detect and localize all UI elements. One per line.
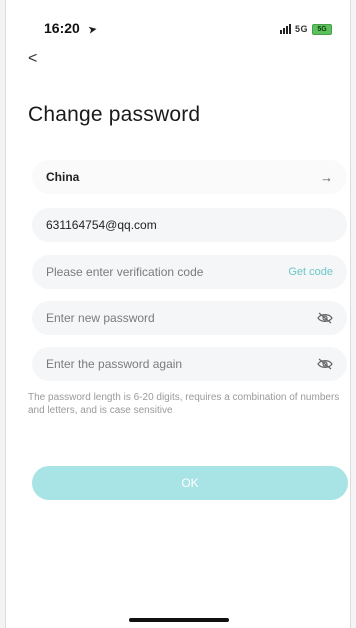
confirm-password-input[interactable]: Enter the password again [32, 347, 347, 381]
email-field[interactable]: 631164754@qq.com [32, 208, 347, 242]
network-type: 5G [294, 24, 308, 34]
status-time: 16:20 [44, 20, 80, 36]
signal-icon [279, 24, 291, 34]
phone-screen: 16:20 ➤ 5G 5G < Change password China → … [5, 0, 351, 628]
location-arrow-icon: ➤ [87, 23, 99, 37]
confirm-password-placeholder: Enter the password again [46, 357, 183, 371]
verification-code-placeholder: Please enter verification code [46, 265, 204, 279]
status-indicators: 5G 5G [279, 23, 332, 35]
verification-code-input[interactable]: Please enter verification code Get code [32, 255, 347, 289]
new-password-placeholder: Enter new password [46, 311, 155, 325]
arrow-right-icon: → [320, 169, 333, 185]
battery-icon: 5G [312, 23, 332, 35]
country-selector[interactable]: China → [32, 160, 347, 194]
home-indicator [129, 618, 229, 622]
status-time-group: 16:20 ➤ [44, 20, 99, 38]
get-code-button[interactable]: Get code [288, 266, 333, 278]
country-label: China [46, 170, 80, 184]
eye-off-icon[interactable] [317, 358, 333, 370]
eye-off-icon[interactable] [317, 312, 333, 324]
new-password-input[interactable]: Enter new password [32, 301, 347, 335]
back-button[interactable]: < [28, 50, 37, 68]
status-bar: 16:20 ➤ 5G 5G [6, 18, 350, 40]
page-title: Change password [28, 103, 201, 126]
password-hint: The password length is 6-20 digits, requ… [28, 392, 340, 416]
ok-button[interactable]: OK [32, 466, 348, 500]
email-value: 631164754@qq.com [46, 218, 157, 232]
